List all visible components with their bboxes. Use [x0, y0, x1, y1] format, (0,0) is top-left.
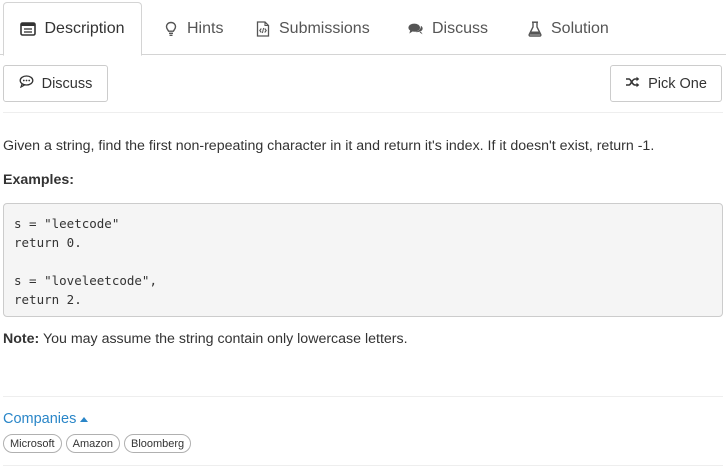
- code-line: return 0.: [14, 235, 82, 250]
- examples-heading: Examples:: [3, 172, 74, 188]
- caret-up-icon: [80, 416, 89, 422]
- pick-one-button-label: Pick One: [648, 75, 707, 92]
- pick-one-button[interactable]: Pick One: [610, 65, 722, 102]
- problem-note: Note: You may assume the string contain …: [3, 331, 408, 347]
- company-tags: Microsoft Amazon Bloomberg: [3, 434, 192, 453]
- code-line: s = "leetcode": [14, 216, 120, 231]
- discuss-button-label: Discuss: [41, 75, 93, 92]
- problem-description: Given a string, find the first non-repea…: [3, 138, 655, 154]
- shuffle-icon: [625, 76, 640, 92]
- code-line: return 2.: [14, 292, 82, 307]
- description-icon: [20, 21, 37, 37]
- tab-submissions[interactable]: Submissions: [245, 2, 380, 55]
- tab-label: Submissions: [279, 19, 370, 37]
- tab-solution[interactable]: Solution: [517, 2, 619, 55]
- discuss-button[interactable]: Discuss: [3, 65, 108, 102]
- section-divider: [3, 396, 723, 397]
- tab-description[interactable]: Description: [3, 2, 142, 56]
- comment-icon: [19, 75, 34, 92]
- lightbulb-icon: [163, 21, 179, 37]
- section-divider: [3, 112, 723, 113]
- examples-code-block: s = "leetcode" return 0. s = "loveleetco…: [3, 203, 723, 317]
- comments-icon: [408, 21, 424, 37]
- tab-label: Description: [44, 20, 125, 37]
- note-label: Note:: [3, 331, 40, 347]
- tab-discuss[interactable]: Discuss: [398, 2, 498, 55]
- code-line: s = "loveleetcode",: [14, 273, 157, 288]
- flask-icon: [527, 20, 543, 37]
- note-text: You may assume the string contain only l…: [39, 331, 408, 347]
- tab-label: Discuss: [432, 19, 489, 37]
- company-tag[interactable]: Microsoft: [3, 434, 62, 453]
- tab-hints[interactable]: Hints: [153, 2, 233, 55]
- problem-tabs: Description Hints Submissions Discuss So…: [0, 0, 726, 56]
- company-tag[interactable]: Bloomberg: [123, 434, 192, 453]
- companies-label: Companies: [3, 411, 77, 427]
- section-divider: [3, 465, 723, 466]
- companies-toggle[interactable]: Companies: [3, 411, 89, 427]
- tab-label: Hints: [187, 19, 224, 37]
- code-file-icon: [255, 20, 271, 37]
- company-tag[interactable]: Amazon: [65, 434, 120, 453]
- tab-label: Solution: [551, 19, 609, 37]
